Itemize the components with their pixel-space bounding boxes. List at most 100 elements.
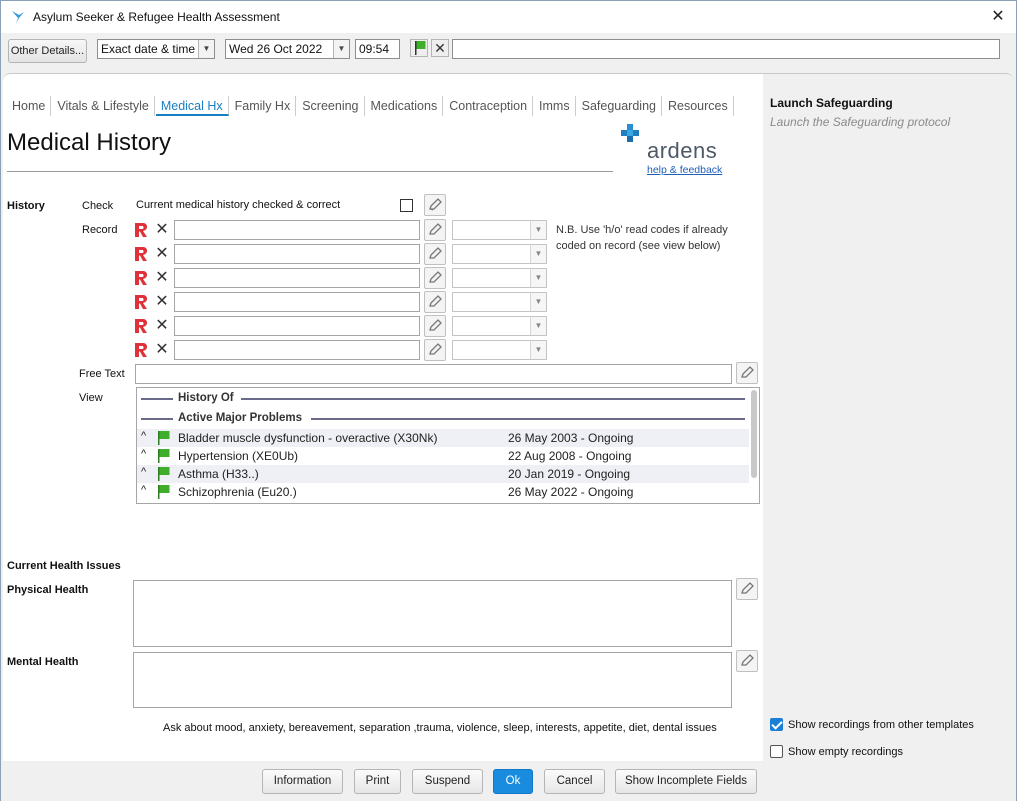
footer: Information Print Suspend Ok Cancel Show… bbox=[1, 761, 1016, 801]
tab-screening[interactable]: Screening bbox=[297, 96, 365, 116]
tab-medical-hx[interactable]: Medical Hx bbox=[155, 96, 229, 116]
date-picker[interactable]: Wed 26 Oct 2022 ▼ bbox=[225, 39, 350, 59]
read-code-icon[interactable] bbox=[133, 342, 149, 358]
view-section-title: Active Major Problems bbox=[178, 412, 302, 424]
tab-resources[interactable]: Resources bbox=[663, 96, 734, 116]
problem-row[interactable]: ^ Asthma (H33..) 20 Jan 2019 - Ongoing bbox=[137, 465, 749, 483]
other-details-button[interactable]: Other Details... bbox=[8, 39, 87, 63]
information-button[interactable]: Information bbox=[262, 769, 343, 794]
pencil-icon[interactable] bbox=[424, 267, 446, 289]
pencil-icon[interactable] bbox=[424, 194, 446, 216]
cancel-button[interactable]: Cancel bbox=[544, 769, 605, 794]
time-input[interactable]: 09:54 bbox=[355, 39, 400, 59]
pencil-icon[interactable] bbox=[424, 291, 446, 313]
show-other-templates-checkbox[interactable] bbox=[770, 718, 783, 731]
clear-icon[interactable]: ✕ bbox=[154, 246, 170, 262]
clear-icon[interactable]: ✕ bbox=[154, 222, 170, 238]
chevron-down-icon: ▼ bbox=[530, 317, 546, 335]
pencil-icon[interactable] bbox=[424, 243, 446, 265]
read-code-icon[interactable] bbox=[133, 222, 149, 238]
view-label: View bbox=[79, 392, 103, 404]
pencil-icon[interactable] bbox=[424, 219, 446, 241]
record-code-input[interactable] bbox=[174, 292, 420, 312]
record-status-select[interactable]: ▼ bbox=[452, 268, 547, 288]
chevron-down-icon: ▼ bbox=[530, 221, 546, 239]
chevron-down-icon: ▼ bbox=[530, 245, 546, 263]
pencil-icon[interactable] bbox=[424, 339, 446, 361]
tab-bar: Home Vitals & Lifestyle Medical Hx Famil… bbox=[7, 96, 735, 120]
record-code-input[interactable] bbox=[174, 268, 420, 288]
history-checked-checkbox[interactable] bbox=[400, 199, 413, 212]
clear-icon[interactable]: ✕ bbox=[154, 318, 170, 334]
view-scrollbar[interactable] bbox=[751, 390, 757, 478]
view-section-history-of: History Of bbox=[141, 390, 745, 408]
read-code-icon[interactable] bbox=[133, 318, 149, 334]
record-code-input[interactable] bbox=[174, 340, 420, 360]
chevron-up-icon[interactable]: ^ bbox=[141, 430, 146, 442]
close-icon[interactable]: ✕ bbox=[986, 5, 1010, 29]
problem-date: 26 May 2003 - Ongoing bbox=[508, 431, 634, 445]
suspend-button[interactable]: Suspend bbox=[412, 769, 483, 794]
clear-icon[interactable]: ✕ bbox=[154, 342, 170, 358]
comment-input[interactable] bbox=[452, 39, 1000, 59]
toolbar: Other Details... Exact date & time ▼ Wed… bbox=[1, 33, 1016, 69]
clear-icon[interactable]: ✕ bbox=[154, 270, 170, 286]
mental-health-textarea[interactable] bbox=[133, 652, 732, 708]
problem-date: 22 Aug 2008 - Ongoing bbox=[508, 449, 632, 463]
record-code-input[interactable] bbox=[174, 244, 420, 264]
show-incomplete-fields-button[interactable]: Show Incomplete Fields bbox=[615, 769, 757, 794]
mental-health-label: Mental Health bbox=[7, 656, 79, 668]
read-code-icon[interactable] bbox=[133, 294, 149, 310]
pencil-icon[interactable] bbox=[736, 578, 758, 600]
problem-row[interactable]: ^ Schizophrenia (Eu20.) 26 May 2022 - Ongo… bbox=[137, 483, 749, 501]
pencil-icon[interactable] bbox=[736, 362, 758, 384]
tab-vitals-lifestyle[interactable]: Vitals & Lifestyle bbox=[52, 96, 155, 116]
launch-safeguarding-description: Launch the Safeguarding protocol bbox=[770, 115, 951, 129]
chevron-up-icon[interactable]: ^ bbox=[141, 466, 146, 478]
show-empty-recordings-checkbox[interactable] bbox=[770, 745, 783, 758]
record-status-select[interactable]: ▼ bbox=[452, 220, 547, 240]
pencil-icon[interactable] bbox=[736, 650, 758, 672]
tab-imms[interactable]: Imms bbox=[534, 96, 576, 116]
read-code-icon[interactable] bbox=[133, 270, 149, 286]
window: Asylum Seeker & Refugee Health Assessmen… bbox=[0, 0, 1017, 801]
main-panel: Home Vitals & Lifestyle Medical Hx Famil… bbox=[3, 73, 763, 761]
date-value: Wed 26 Oct 2022 bbox=[229, 42, 323, 56]
tab-family-hx[interactable]: Family Hx bbox=[230, 96, 297, 116]
record-status-select[interactable]: ▼ bbox=[452, 340, 547, 360]
print-button[interactable]: Print bbox=[354, 769, 401, 794]
chevron-down-icon: ▼ bbox=[198, 40, 214, 58]
ok-button[interactable]: Ok bbox=[493, 769, 533, 794]
window-title: Asylum Seeker & Refugee Health Assessmen… bbox=[33, 10, 280, 24]
help-feedback-link[interactable]: help & feedback bbox=[647, 164, 722, 176]
tab-home[interactable]: Home bbox=[7, 96, 52, 116]
tab-medications[interactable]: Medications bbox=[366, 96, 444, 116]
flag-button[interactable] bbox=[410, 39, 428, 57]
problem-row[interactable]: ^ Hypertension (XE0Ub) 22 Aug 2008 - Ongoi… bbox=[137, 447, 749, 465]
record-code-input[interactable] bbox=[174, 220, 420, 240]
read-code-icon[interactable] bbox=[133, 246, 149, 262]
problem-row[interactable]: ^ Bladder muscle dysfunction - overactive… bbox=[137, 429, 749, 447]
free-text-input[interactable] bbox=[135, 364, 732, 384]
record-code-input[interactable] bbox=[174, 316, 420, 336]
chevron-up-icon[interactable]: ^ bbox=[141, 484, 146, 496]
date-mode-select[interactable]: Exact date & time ▼ bbox=[97, 39, 215, 59]
view-section-active-major-problems: Active Major Problems bbox=[141, 410, 745, 428]
physical-health-textarea[interactable] bbox=[133, 580, 732, 647]
flag-icon bbox=[158, 431, 170, 445]
chevron-down-icon: ▼ bbox=[530, 293, 546, 311]
pencil-icon[interactable] bbox=[424, 315, 446, 337]
flag-icon bbox=[158, 449, 170, 463]
launch-safeguarding-link[interactable]: Launch Safeguarding bbox=[770, 96, 893, 110]
history-view-list[interactable]: History Of Active Major Problems ^ Bladde… bbox=[136, 387, 760, 504]
record-status-select[interactable]: ▼ bbox=[452, 244, 547, 264]
record-status-select[interactable]: ▼ bbox=[452, 316, 547, 336]
tab-safeguarding[interactable]: Safeguarding bbox=[577, 96, 662, 116]
app-logo-icon bbox=[12, 11, 24, 24]
chevron-up-icon[interactable]: ^ bbox=[141, 448, 146, 460]
tab-contraception[interactable]: Contraception bbox=[444, 96, 534, 116]
record-status-select[interactable]: ▼ bbox=[452, 292, 547, 312]
problem-date: 26 May 2022 - Ongoing bbox=[508, 485, 634, 499]
clear-button[interactable]: ✕ bbox=[431, 39, 449, 57]
clear-icon[interactable]: ✕ bbox=[154, 294, 170, 310]
